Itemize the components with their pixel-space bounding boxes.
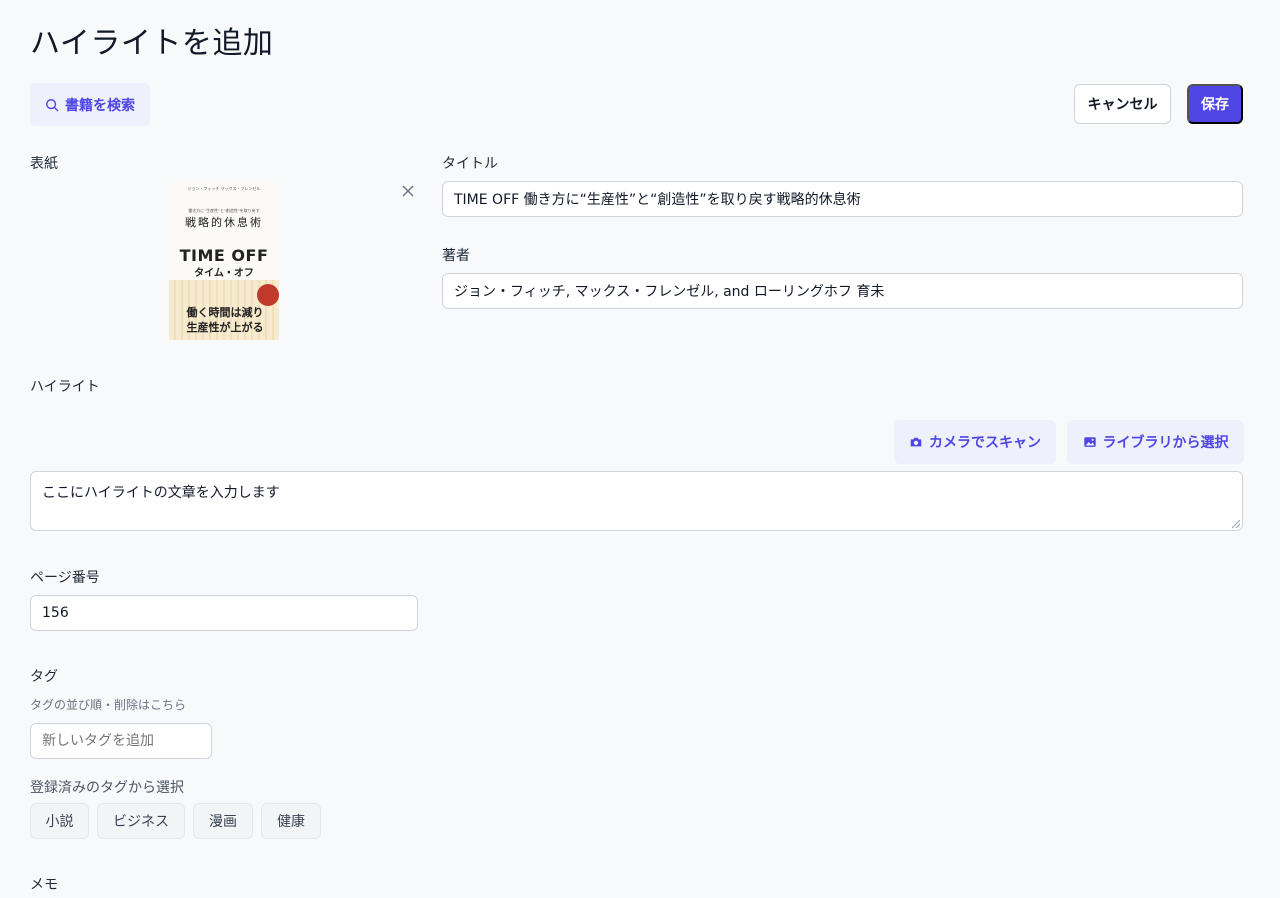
library-select-label: ライブラリから選択 xyxy=(1102,434,1229,450)
highlight-text: ここにハイライトの文章を入力します xyxy=(42,485,280,501)
book-cover-image: ジョン・フィッチ マックス・フレンゼル 働き方に"生産性"と"創造性"を取り戻す… xyxy=(169,182,279,340)
close-icon xyxy=(402,185,414,197)
page-number-input[interactable]: 156 xyxy=(30,595,418,631)
resize-handle[interactable] xyxy=(1232,520,1240,528)
tag-chip[interactable]: 小説 xyxy=(30,803,89,839)
cover-author-line: ジョン・フィッチ マックス・フレンゼル xyxy=(187,186,261,191)
cover-subtitle: 戦略的休息術 xyxy=(185,216,263,229)
tag-chip[interactable]: 漫画 xyxy=(193,803,253,839)
tag-manage-link[interactable]: タグの並び順・削除はこちら xyxy=(30,696,186,713)
highlight-label: ハイライト xyxy=(30,379,100,395)
camera-scan-button[interactable]: カメラでスキャン xyxy=(894,420,1056,464)
search-icon xyxy=(46,98,59,111)
memo-label: メモ xyxy=(30,877,58,893)
image-icon xyxy=(1083,437,1096,447)
cover-catch-1: 働く時間は減り xyxy=(186,306,264,319)
tags-label: タグ xyxy=(30,669,58,685)
highlight-textarea[interactable]: ここにハイライトの文章を入力します xyxy=(30,471,1243,531)
library-select-button[interactable]: ライブラリから選択 xyxy=(1067,420,1244,464)
tag-chip[interactable]: 健康 xyxy=(261,803,321,839)
page-number-label: ページ番号 xyxy=(30,570,100,586)
cover-title-kana: タイム・オフ xyxy=(194,268,254,279)
camera-scan-label: カメラでスキャン xyxy=(929,434,1041,450)
camera-icon xyxy=(910,437,922,447)
title-label: タイトル xyxy=(442,156,498,172)
cover-title: TIME OFF xyxy=(179,246,269,265)
cover-badge xyxy=(257,284,279,306)
cancel-button[interactable]: キャンセル xyxy=(1074,84,1171,124)
cover-catch-2: 生産性が上がる xyxy=(186,321,264,334)
title-input[interactable]: TIME OFF 働き方に“生産性”と“創造性”を取り戻す戦略的休息術 xyxy=(442,181,1243,217)
cover-label: 表紙 xyxy=(30,156,58,172)
search-book-button[interactable]: 書籍を検索 xyxy=(30,83,150,126)
remove-cover-button[interactable] xyxy=(400,183,416,199)
new-tag-input[interactable] xyxy=(30,723,212,759)
search-book-label: 書籍を検索 xyxy=(65,96,135,113)
author-input[interactable]: ジョン・フィッチ, マックス・フレンゼル, and ローリングホフ 育未 xyxy=(442,273,1243,309)
page-title: ハイライトを追加 xyxy=(30,26,274,61)
author-label: 著者 xyxy=(442,248,470,264)
tag-chip[interactable]: ビジネス xyxy=(97,803,185,839)
registered-tags-label: 登録済みのタグから選択 xyxy=(30,780,184,796)
save-button[interactable]: 保存 xyxy=(1187,84,1243,124)
